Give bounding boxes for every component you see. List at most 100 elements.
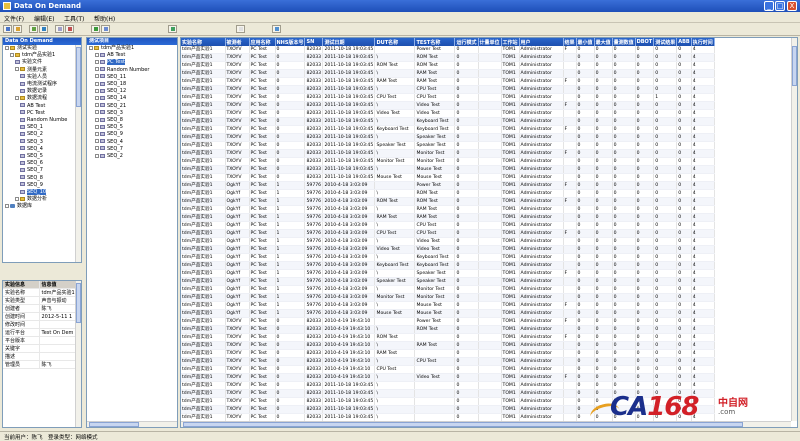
property-row[interactable]: 平台版本 (3, 336, 81, 345)
properties-header-cell[interactable]: 实验信息 (3, 281, 40, 289)
test-tree-item[interactable]: SEQ_14 (95, 95, 126, 102)
test-tree-item[interactable]: SEQ_3 (95, 110, 123, 117)
table-row[interactable]: tdm产品实验1TXOYVPC Test0820332011-10-18 19:… (181, 125, 715, 134)
expand-toggle-icon[interactable] (95, 124, 99, 129)
grid-column-header[interactable]: 结果 (563, 38, 577, 46)
test-tree-hscroll-thumb[interactable] (89, 422, 139, 427)
test-tree-item[interactable]: PC Test (95, 59, 125, 66)
close-button[interactable]: X (787, 1, 797, 11)
table-row[interactable]: tdm产品实验1 OgkYf PC Test 1 59776 2010-4-18 3:03… (181, 181, 715, 190)
table-row[interactable]: tdm产品实验1 OgkYf PC Test 1 59776 2010-4-18 3:03… (181, 229, 715, 238)
menu-tools[interactable]: 工具(T) (64, 14, 84, 23)
test-tree-item[interactable]: SEQ_5 (95, 124, 123, 131)
toolbar-button-import[interactable] (272, 25, 281, 33)
test-tree-item[interactable]: SEQ_12 (95, 88, 126, 95)
properties-scrollbar[interactable] (75, 281, 81, 427)
property-row[interactable]: 关键字 (3, 344, 81, 353)
explorer-item[interactable]: SEQ_2 (20, 131, 43, 138)
table-row[interactable]: tdm产品实验1 OgkYf PC Test 1 59776 2010-4-18 3:03… (181, 237, 715, 246)
expand-toggle-icon[interactable] (95, 103, 99, 108)
explorer-item[interactable]: 数据库 (5, 203, 32, 210)
test-tree-hscrollbar[interactable] (87, 421, 177, 427)
explorer-item[interactable]: SEQ_1 (20, 124, 43, 131)
expand-toggle-icon[interactable] (95, 67, 99, 72)
grid-column-header[interactable]: 计量单位 (478, 38, 502, 46)
grid-column-header[interactable]: 量测数值 (612, 38, 636, 46)
table-row[interactable]: tdm产品实验1TXOYVPC Test0820332011-10-18 19:… (181, 381, 715, 390)
explorer-item[interactable]: SEQ_7 (20, 167, 43, 174)
grid-column-header[interactable]: DUT名称 (374, 38, 416, 46)
test-tree-item[interactable]: AB Test (95, 52, 125, 59)
grid-column-header[interactable]: ABB (676, 38, 692, 46)
menu-help[interactable]: 帮助(H) (94, 14, 115, 23)
table-row[interactable]: tdm产品实验1 TXOYV PC Test 0 82033 2010-4-19 19:4… (181, 349, 715, 358)
table-row[interactable]: tdm产品实验1TXOYVPC Test0820332011-10-18 19:… (181, 117, 715, 126)
grid-column-header[interactable]: 应用名称 (249, 38, 276, 46)
expand-toggle-icon[interactable] (95, 117, 99, 122)
toolbar-button-export[interactable] (168, 25, 177, 33)
grid-column-header[interactable]: 最小值 (576, 38, 595, 46)
table-row[interactable]: tdm产品实验1 OgkYf PC Test 1 59776 2010-4-18 3:03… (181, 245, 715, 254)
test-tree-item[interactable]: SEQ_11 (95, 74, 126, 81)
expand-toggle-icon[interactable] (15, 196, 19, 201)
table-row[interactable]: tdm产品实验1TXOYVPC Test0820332011-10-18 19:… (181, 61, 715, 70)
test-tree-item[interactable]: Random Number (95, 67, 149, 74)
property-row[interactable]: 描述 (3, 352, 81, 361)
grid-column-header[interactable]: 运行模式 (454, 38, 479, 46)
expand-toggle-icon[interactable] (15, 95, 19, 100)
table-row[interactable]: tdm产品实验1 OgkYf PC Test 1 59776 2010-4-18 3:03… (181, 189, 715, 198)
table-row[interactable]: tdm产品实验1TXOYVPC Test0820332011-10-18 19:… (181, 85, 715, 94)
grid-column-header[interactable]: 被测者 (225, 38, 250, 46)
test-tree-item[interactable]: SEQ_9 (95, 131, 123, 138)
expand-toggle-icon[interactable] (5, 203, 9, 208)
explorer-item[interactable]: 测试实验 (5, 45, 37, 52)
toolbar-button-report[interactable] (65, 25, 74, 33)
table-row[interactable]: tdm产品实验1 TXOYV PC Test 0 82033 2010-4-19 19:4… (181, 341, 715, 350)
explorer-item[interactable]: SEQ_9 (20, 182, 43, 189)
explorer-item[interactable]: AB Test (20, 103, 45, 110)
explorer-item[interactable]: SEQ_6 (20, 160, 43, 167)
property-row[interactable]: 创建时间 2012-5-11 1 (3, 312, 81, 321)
property-row[interactable]: 修改时间 (3, 320, 81, 329)
grid-vscroll-thumb[interactable] (792, 46, 797, 86)
test-tree-item[interactable]: SEQ_7 (95, 146, 123, 153)
expand-toggle-icon[interactable] (95, 131, 99, 136)
grid-column-header[interactable]: SN (304, 38, 324, 46)
toolbar-button-open[interactable] (29, 25, 38, 33)
expand-toggle-icon[interactable] (5, 45, 9, 50)
test-tree-item[interactable]: tdm产品实验1 (89, 45, 134, 52)
expand-toggle-icon[interactable] (10, 52, 14, 57)
expand-toggle-icon[interactable] (95, 59, 99, 64)
grid-column-header[interactable]: 实验名称 (181, 38, 226, 46)
toolbar-button-refresh[interactable] (39, 25, 48, 33)
table-row[interactable]: tdm产品实验1 OgkYf PC Test 1 59776 2010-4-18 3:03… (181, 269, 715, 278)
expand-toggle-icon[interactable] (95, 81, 99, 86)
table-row[interactable]: tdm产品实验1 OgkYf PC Test 1 59776 2010-4-18 3:03… (181, 213, 715, 222)
maximize-button[interactable]: □ (775, 1, 785, 11)
table-row[interactable]: tdm产品实验1TXOYVPC Test0820332011-10-18 19:… (181, 101, 715, 110)
property-row[interactable]: 管理员 陈飞 (3, 360, 81, 369)
explorer-item[interactable]: 实验文件 (15, 59, 42, 66)
table-row[interactable]: tdm产品实验1 OgkYf PC Test 1 59776 2010-4-18 3:03… (181, 285, 715, 294)
toolbar-button-edit[interactable] (13, 25, 22, 33)
table-row[interactable]: tdm产品实验1 OgkYf PC Test 1 59776 2010-4-18 3:03… (181, 293, 715, 302)
test-tree-item[interactable]: SEQ_8 (95, 117, 123, 124)
grid-column-header[interactable]: DBOT (635, 38, 655, 46)
grid-column-header[interactable]: 执行时间 (691, 38, 715, 46)
table-row[interactable]: tdm产品实验1 OgkYf PC Test 1 59776 2010-4-18 3:03… (181, 261, 715, 270)
table-row[interactable]: tdm产品实验1 OgkYf PC Test 1 59776 2010-4-18 3:03… (181, 205, 715, 214)
expand-toggle-icon[interactable] (95, 110, 99, 115)
expand-toggle-icon[interactable] (95, 153, 99, 158)
expand-toggle-icon[interactable] (89, 45, 93, 50)
table-row[interactable]: tdm产品实验1TXOYVPC Test0820332011-10-18 19:… (181, 173, 715, 182)
table-row[interactable]: tdm产品实验1 TXOYV PC Test 0 82033 2010-4-19 19:4… (181, 365, 715, 374)
explorer-item[interactable]: 电流测试程序 (20, 81, 57, 88)
test-tree-item[interactable]: SEQ_21 (95, 103, 126, 110)
property-row[interactable]: 实验类型 声音与振动 (3, 296, 81, 305)
table-row[interactable]: tdm产品实验1 TXOYV PC Test 0 82033 2010-4-19 19:4… (181, 357, 715, 366)
table-row[interactable]: tdm产品实验1 OgkYf PC Test 1 59776 2010-4-18 3:03… (181, 277, 715, 286)
property-row[interactable]: 运行平台 Test On Dem (3, 328, 81, 337)
table-row[interactable]: tdm产品实验1TXOYVPC Test0820332011-10-18 19:… (181, 157, 715, 166)
test-tree-item[interactable]: SEQ_2 (95, 153, 123, 160)
expand-toggle-icon[interactable] (95, 146, 99, 151)
